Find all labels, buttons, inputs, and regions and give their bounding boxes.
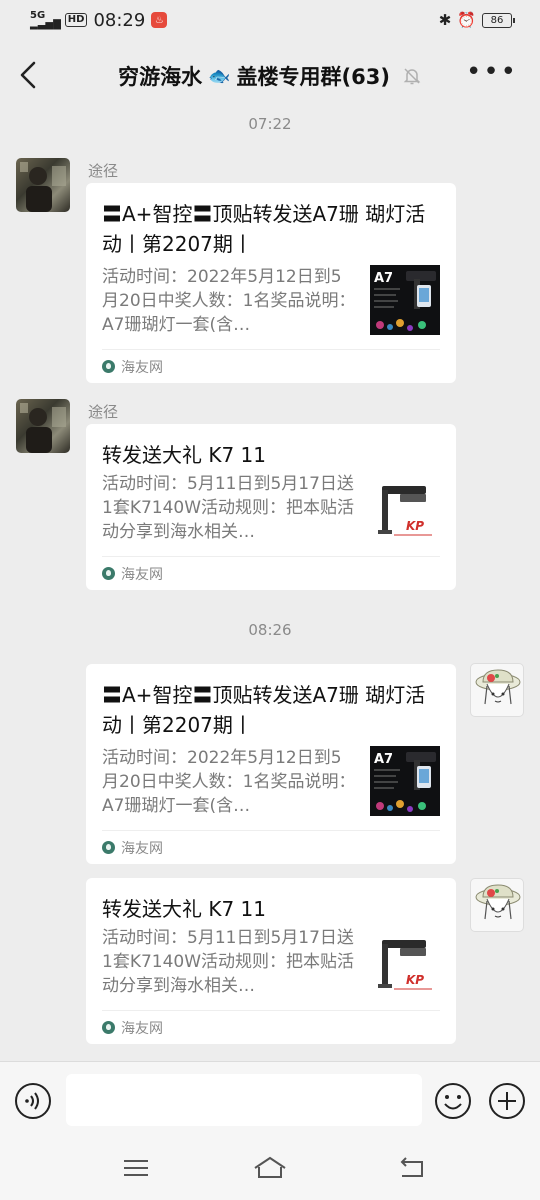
plus-icon [489, 1083, 525, 1119]
my-avatar[interactable] [470, 878, 524, 932]
card-source: 海友网 [102, 349, 440, 383]
card-source: 海友网 [102, 556, 440, 590]
chat-header: 穷游海水 🐟 盖楼专用群(63) ••• [0, 40, 540, 112]
sender-avatar[interactable] [16, 158, 70, 212]
card-source-name: 海友网 [121, 359, 163, 376]
back-button[interactable] [14, 58, 44, 92]
card-description: 活动时间：2022年5月12日到5月20日中奖人数：1名奖品说明：A7珊瑚灯一套… [102, 267, 356, 335]
system-navigation-bar [0, 1137, 540, 1200]
app-notification-icon: ♨ [151, 12, 168, 28]
home-icon [254, 1156, 286, 1178]
card-source-name: 海友网 [121, 566, 163, 583]
svg-text:A7: A7 [374, 752, 393, 767]
return-icon [400, 1157, 423, 1177]
card-source-name: 海友网 [121, 840, 163, 857]
mute-bell-icon [403, 68, 421, 85]
chat-title-part2: 盖楼专用群(63) [236, 65, 390, 89]
svg-text:KP: KP [406, 973, 424, 987]
fish-emoji-icon: 🐟 [208, 65, 231, 87]
voice-icon [15, 1083, 51, 1119]
haiyou-logo-icon [102, 360, 115, 373]
menu-nav-button[interactable] [120, 1153, 152, 1183]
card-description: 活动时间：2022年5月12日到5月20日中奖人数：1名奖品说明：A7珊瑚灯一套… [102, 748, 356, 816]
alarm-icon: ⏰ [457, 11, 476, 29]
haiyou-logo-icon [102, 1021, 115, 1034]
link-card[interactable]: 转发送大礼 K7 11 活动时间：5月11日到5月17日送1套K7140W活动规… [86, 424, 456, 590]
message-input[interactable] [66, 1074, 422, 1126]
hd-badge: HD [64, 13, 88, 27]
card-description: 活动时间：5月11日到5月17日送1套K7140W活动规则：把本贴活动分享到海水… [102, 928, 355, 996]
link-card[interactable]: 转发送大礼 K7 11 活动时间：5月11日到5月17日送1套K7140W活动规… [86, 878, 456, 1044]
person-photo-icon [20, 162, 66, 212]
battery-icon: 86 [482, 12, 515, 28]
status-bar: 5G ▂▃▅▇ HD 08:29 ♨ ✱ ⏰ 86 [0, 0, 540, 40]
message-input-bar [0, 1061, 540, 1137]
emoji-button[interactable] [434, 1082, 472, 1120]
card-thumbnail: KP [370, 472, 440, 542]
card-source: 海友网 [102, 1010, 440, 1044]
svg-text:KP: KP [406, 519, 424, 533]
timestamp: 07:22 [248, 115, 292, 133]
chat-title[interactable]: 穷游海水 🐟 盖楼专用群(63) [118, 61, 422, 91]
person-photo-icon [20, 403, 66, 453]
link-card[interactable]: 〓A+智控〓顶贴转发送A7珊 瑚灯活动丨第2207期丨 活动时间：2022年5月… [86, 664, 456, 864]
signal-icon: 5G ▂▃▅▇ [30, 10, 61, 30]
card-title: 转发送大礼 K7 11 [102, 443, 267, 467]
card-title: 〓A+智控〓顶贴转发送A7珊 瑚灯活动丨第2207期丨 [102, 683, 426, 737]
k7-lamp-image: KP [378, 486, 432, 536]
card-source-name: 海友网 [121, 1020, 163, 1037]
link-card[interactable]: 〓A+智控〓顶贴转发送A7珊 瑚灯活动丨第2207期丨 活动时间：2022年5月… [86, 183, 456, 383]
haiyou-logo-icon [102, 841, 115, 854]
sender-name: 途径 [88, 162, 119, 180]
sender-name: 途径 [88, 403, 119, 421]
k7-lamp-image: KP [378, 940, 432, 990]
timestamp: 08:26 [248, 621, 292, 639]
svg-text:A7: A7 [374, 271, 393, 286]
back-nav-button[interactable] [396, 1153, 428, 1183]
chat-title-part1: 穷游海水 [118, 65, 203, 89]
my-avatar[interactable] [470, 663, 524, 717]
home-nav-button[interactable] [252, 1153, 288, 1183]
more-options-button[interactable]: ••• [466, 59, 518, 85]
card-thumbnail: A7 [370, 265, 440, 335]
card-description: 活动时间：5月11日到5月17日送1套K7140W活动规则：把本贴活动分享到海水… [102, 474, 355, 542]
card-title: 转发送大礼 K7 11 [102, 897, 267, 921]
card-source: 海友网 [102, 830, 440, 864]
sender-avatar[interactable] [16, 399, 70, 453]
a7-lamp-image: A7 [374, 271, 436, 331]
bluetooth-icon: ✱ [438, 11, 452, 29]
emoji-icon [435, 1083, 471, 1119]
card-thumbnail: KP [370, 926, 440, 996]
menu-icon [124, 1160, 148, 1176]
haiyou-logo-icon [102, 567, 115, 580]
battery-level: 86 [490, 14, 504, 26]
more-functions-button[interactable] [488, 1082, 526, 1120]
cartoon-girl-icon [475, 884, 521, 920]
cartoon-girl-icon [475, 669, 521, 705]
card-title: 〓A+智控〓顶贴转发送A7珊 瑚灯活动丨第2207期丨 [102, 202, 426, 256]
a7-lamp-image: A7 [374, 752, 436, 812]
clock: 08:29 [93, 9, 146, 31]
card-thumbnail: A7 [370, 746, 440, 816]
back-arrow-icon [20, 61, 36, 89]
network-label: 5G [30, 10, 46, 21]
voice-input-button[interactable] [14, 1082, 52, 1120]
